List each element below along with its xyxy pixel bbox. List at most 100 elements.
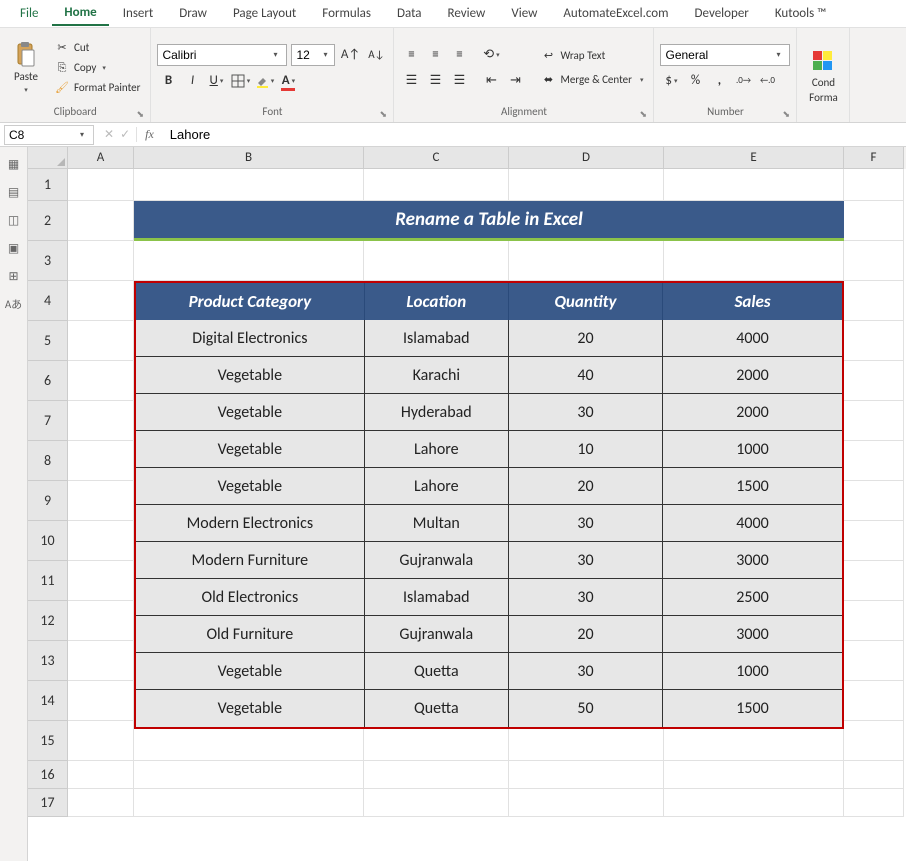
row-header-11[interactable]: 11 [28,561,68,601]
cell-A7[interactable] [68,401,134,441]
cell-A14[interactable] [68,681,134,721]
cancel-formula-icon[interactable]: ✕ [104,127,114,142]
name-box[interactable]: ▾ [4,125,94,145]
cell-F16[interactable] [844,761,904,789]
table-cell[interactable]: 1000 [663,653,842,690]
row-header-6[interactable]: 6 [28,361,68,401]
table-cell[interactable]: Vegetable [136,653,365,690]
cell-A1[interactable] [68,169,134,201]
cell-E17[interactable] [664,789,844,817]
row-header-1[interactable]: 1 [28,169,68,201]
table-cell[interactable]: 2000 [663,357,842,394]
gutter-icon-2[interactable]: ▤ [5,183,23,201]
gutter-icon-4[interactable]: ▣ [5,239,23,257]
fx-icon[interactable]: fx [136,127,162,142]
cut-button[interactable]: ✂Cut [50,39,144,57]
cell-F13[interactable] [844,641,904,681]
col-header-F[interactable]: F [844,147,904,169]
tab-developer[interactable]: Developer [683,2,761,25]
tab-insert[interactable]: Insert [111,2,166,25]
table-cell[interactable]: Modern Furniture [136,542,365,579]
cell-F11[interactable] [844,561,904,601]
table-cell[interactable]: 1000 [663,431,842,468]
cell-B3[interactable] [134,241,364,281]
decrease-decimal-icon[interactable]: ←.0 [756,70,778,92]
row-header-5[interactable]: 5 [28,321,68,361]
table-cell[interactable]: Old Furniture [136,616,365,653]
enter-formula-icon[interactable]: ✓ [120,127,130,142]
gutter-icon-1[interactable]: ▦ [5,155,23,173]
cell-E1[interactable] [664,169,844,201]
row-header-12[interactable]: 12 [28,601,68,641]
chevron-down-icon[interactable]: ▾ [318,50,332,60]
table-cell[interactable]: 1500 [663,468,842,505]
row-header-14[interactable]: 14 [28,681,68,721]
cell-D3[interactable] [509,241,664,281]
table-cell[interactable]: Islamabad [365,579,509,616]
row-header-10[interactable]: 10 [28,521,68,561]
increase-font-icon[interactable]: A↑ [339,44,361,66]
cell-A9[interactable] [68,481,134,521]
col-header-D[interactable]: D [509,147,664,169]
table-cell[interactable]: Vegetable [136,357,365,394]
cell-D17[interactable] [509,789,664,817]
cell-C3[interactable] [364,241,509,281]
table-cell[interactable]: Gujranwala [365,542,509,579]
table-cell[interactable]: Vegetable [136,394,365,431]
formula-input[interactable] [162,127,906,142]
row-header-17[interactable]: 17 [28,789,68,817]
row-header-13[interactable]: 13 [28,641,68,681]
tab-formulas[interactable]: Formulas [310,2,383,25]
number-format-combo[interactable]: ▾ [660,44,790,66]
cell-F5[interactable] [844,321,904,361]
table-cell[interactable]: 30 [509,542,663,579]
borders-button[interactable] [229,70,251,92]
tab-file[interactable]: File [8,2,50,25]
gutter-icon-5[interactable]: ⊞ [5,267,23,285]
table-cell[interactable]: 30 [509,394,663,431]
cell-A12[interactable] [68,601,134,641]
cell-B1[interactable] [134,169,364,201]
cell-A2[interactable] [68,201,134,241]
cell-D16[interactable] [509,761,664,789]
table-cell[interactable]: 4000 [663,320,842,357]
tab-draw[interactable]: Draw [167,2,219,25]
table-cell[interactable]: 20 [509,616,663,653]
percent-format-icon[interactable]: % [684,70,706,92]
cell-F8[interactable] [844,441,904,481]
table-cell[interactable]: 2500 [663,579,842,616]
align-top-icon[interactable]: ≡ [400,44,422,66]
table-cell[interactable]: 40 [509,357,663,394]
cell-F6[interactable] [844,361,904,401]
table-cell[interactable]: Multan [365,505,509,542]
table-cell[interactable]: Vegetable [136,468,365,505]
chevron-down-icon[interactable]: ▾ [75,130,89,140]
paste-button[interactable]: Paste ▾ [6,40,46,96]
table-cell[interactable]: Quetta [365,653,509,690]
chevron-down-icon[interactable]: ▾ [771,50,785,60]
cell-A17[interactable] [68,789,134,817]
tab-automateexcel-com[interactable]: AutomateExcel.com [551,2,680,25]
cell-F17[interactable] [844,789,904,817]
col-header-A[interactable]: A [68,147,134,169]
copy-button[interactable]: ⎘Copy▾ [50,59,144,77]
font-color-button[interactable]: A [277,70,299,92]
table-cell[interactable]: 20 [509,320,663,357]
cell-A4[interactable] [68,281,134,321]
row-header-15[interactable]: 15 [28,721,68,761]
cell-B17[interactable] [134,789,364,817]
cell-F15[interactable] [844,721,904,761]
cell-F1[interactable] [844,169,904,201]
cell-F9[interactable] [844,481,904,521]
table-cell[interactable]: 3000 [663,616,842,653]
clipboard-launcher-icon[interactable]: ⬊ [136,109,148,121]
font-name-input[interactable] [158,45,268,65]
cell-A11[interactable] [68,561,134,601]
table-cell[interactable]: Islamabad [365,320,509,357]
table-cell[interactable]: 2000 [663,394,842,431]
increase-decimal-icon[interactable]: .0→ [732,70,754,92]
tab-kutools-[interactable]: Kutools ™ [763,2,839,25]
row-header-8[interactable]: 8 [28,441,68,481]
table-cell[interactable]: Digital Electronics [136,320,365,357]
cell-F12[interactable] [844,601,904,641]
